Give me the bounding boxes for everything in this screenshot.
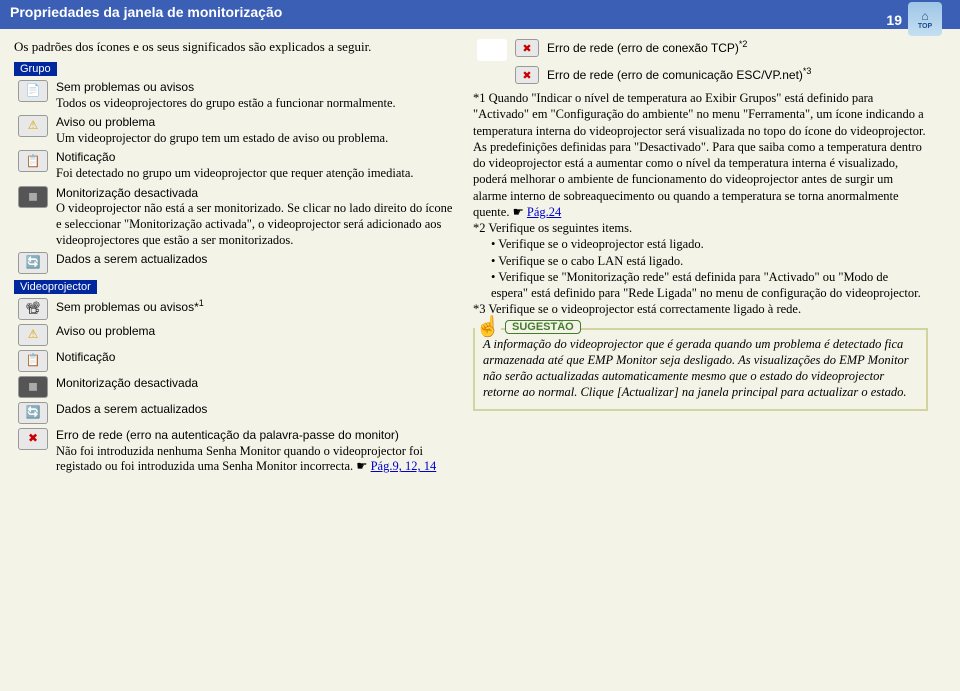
- row-title: Aviso ou problema: [56, 115, 455, 131]
- table-row: ✖ Erro de rede (erro na autenticação da …: [14, 426, 459, 477]
- table-row: 📋 Notificação: [14, 348, 459, 374]
- vp-neterr-icon: ✖: [18, 428, 48, 450]
- vp-update-icon: 🔄: [18, 402, 48, 424]
- row-title: Aviso ou problema: [56, 324, 455, 340]
- table-row: 📄 Sem problemas ou avisos Todos os video…: [14, 78, 459, 113]
- row-desc: Todos os videoprojectores do grupo estão…: [56, 96, 455, 112]
- row-desc: O videoprojector não está a ser monitori…: [56, 201, 455, 248]
- vp-ok-icon: 📽: [18, 298, 48, 320]
- table-row: 📋 Notificação Foi detectado no grupo um …: [14, 148, 459, 183]
- group-disabled-icon: ◼: [18, 186, 48, 208]
- group-ok-icon: 📄: [18, 80, 48, 102]
- table-row: 🔄 Dados a serem actualizados: [14, 250, 459, 276]
- tip-label: SUGESTÃO: [505, 320, 581, 334]
- page-header: Propriedades da janela de monitorização …: [0, 0, 960, 26]
- group-warn-icon: ⚠: [18, 115, 48, 137]
- footnote-2-bullet: • Verifique se "Monitorização rede" está…: [491, 269, 928, 302]
- content: Os padrões dos ícones e os seus signific…: [0, 29, 960, 487]
- table-row: ◼ Monitorização desactivada: [14, 374, 459, 400]
- table-row: 📽 Sem problemas ou avisos*1: [14, 296, 459, 322]
- grupo-label: Grupo: [14, 62, 57, 76]
- top-icon[interactable]: ⌂ TOP: [908, 2, 942, 36]
- table-row: ⚠ Aviso ou problema Um videoprojector do…: [14, 113, 459, 148]
- tip-text: A informação do videoprojector que é ger…: [483, 336, 918, 401]
- row-title: Erro de rede (erro na autenticação da pa…: [56, 428, 455, 444]
- row-title: Erro de rede (erro de comunicação ESC/VP…: [547, 68, 811, 82]
- footnote-3: *3 Verifique se o videoprojector está co…: [473, 301, 928, 317]
- blank-icon: [477, 39, 507, 61]
- row-title: Dados a serem actualizados: [56, 252, 455, 268]
- left-column: Os padrões dos ícones e os seus signific…: [14, 39, 459, 477]
- group-update-icon: 🔄: [18, 252, 48, 274]
- grupo-table: 📄 Sem problemas ou avisos Todos os video…: [14, 78, 459, 276]
- row-title: Monitorização desactivada: [56, 376, 455, 392]
- page-number: 19: [886, 12, 902, 28]
- row-title: Monitorização desactivada: [56, 186, 455, 202]
- footnote-2-bullet: • Verifique se o cabo LAN está ligado.: [491, 253, 928, 269]
- footnote-2: *2 Verifique os seguintes items.: [473, 220, 928, 236]
- table-row: ⚠ Aviso ou problema: [14, 322, 459, 348]
- net-esc-error-icon: ✖: [515, 66, 539, 84]
- page-badge: 19 ⌂ TOP: [886, 4, 942, 36]
- right-column: ✖ Erro de rede (erro de conexão TCP)*2 ✖…: [473, 39, 928, 477]
- row-title: Notificação: [56, 350, 455, 366]
- vp-notify-icon: 📋: [18, 350, 48, 372]
- row-title: Sem problemas ou avisos: [56, 80, 455, 96]
- footnotes: *1 Quando "Indicar o nível de temperatur…: [473, 90, 928, 318]
- row-desc: Foi detectado no grupo um videoprojector…: [56, 166, 455, 182]
- footnote-2-bullet: • Verifique se o videoprojector está lig…: [491, 236, 928, 252]
- header-title: Propriedades da janela de monitorização: [10, 4, 282, 20]
- page-link[interactable]: Pág.9, 12, 14: [371, 459, 437, 473]
- right-error-table: ✖ Erro de rede (erro de conexão TCP)*2 ✖…: [473, 39, 815, 86]
- hand-icon: ☝: [475, 314, 501, 340]
- row-title: Notificação: [56, 150, 455, 166]
- table-row: ◼ Monitorização desactivada O videoproje…: [14, 184, 459, 250]
- table-row: ✖ Erro de rede (erro de conexão TCP)*2: [473, 39, 815, 66]
- intro-text: Os padrões dos ícones e os seus signific…: [14, 39, 459, 55]
- vp-disabled-icon: ◼: [18, 376, 48, 398]
- group-notify-icon: 📋: [18, 150, 48, 172]
- vp-table: 📽 Sem problemas ou avisos*1 ⚠ Aviso ou p…: [14, 296, 459, 477]
- page-link[interactable]: Pág.24: [527, 205, 561, 219]
- table-row: 🔄 Dados a serem actualizados: [14, 400, 459, 426]
- footnote-1: *1 Quando "Indicar o nível de temperatur…: [473, 90, 928, 220]
- net-tcp-error-icon: ✖: [515, 39, 539, 57]
- vp-label: Videoprojector: [14, 280, 97, 294]
- row-desc: Um videoprojector do grupo tem um estado…: [56, 131, 455, 147]
- row-title: Erro de rede (erro de conexão TCP)*2: [547, 41, 747, 55]
- table-row: ✖ Erro de rede (erro de comunicação ESC/…: [473, 66, 815, 86]
- row-title: Dados a serem actualizados: [56, 402, 455, 418]
- tip-box: ☝ SUGESTÃO A informação do videoprojecto…: [473, 328, 928, 411]
- row-title: Sem problemas ou avisos*1: [56, 300, 204, 314]
- vp-warn-icon: ⚠: [18, 324, 48, 346]
- row-desc: Não foi introduzida nenhuma Senha Monito…: [56, 444, 455, 475]
